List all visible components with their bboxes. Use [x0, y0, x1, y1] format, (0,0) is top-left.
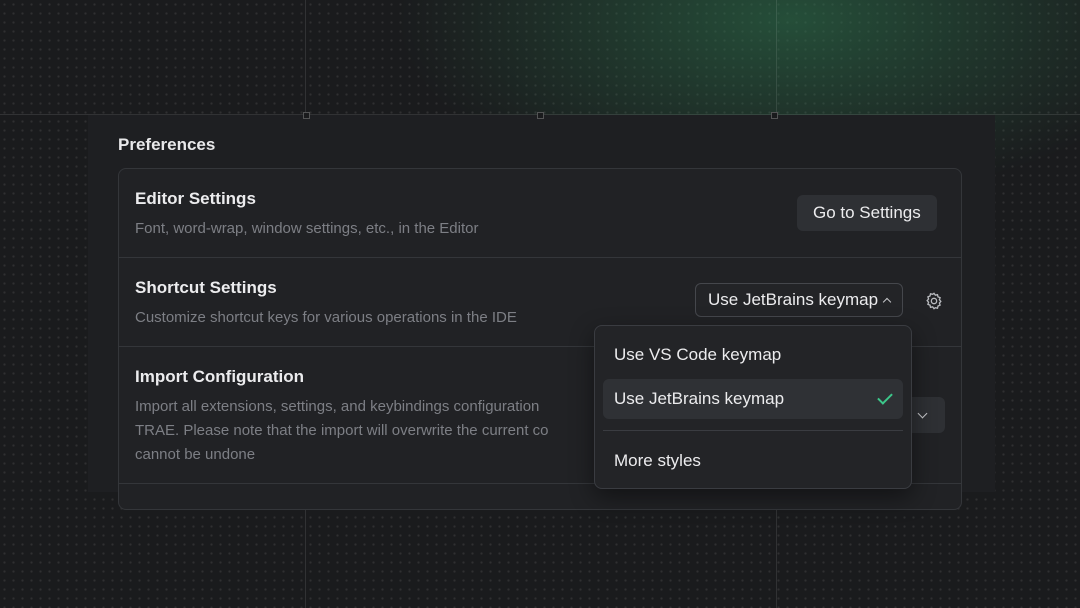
- section-title: Preferences: [118, 135, 216, 154]
- keymap-dropdown-menu: Use VS Code keymap Use JetBrains keymap …: [594, 325, 912, 489]
- guide-handle[interactable]: [771, 112, 778, 119]
- keymap-select[interactable]: Use JetBrains keymap: [695, 283, 904, 317]
- import-configuration-description-line1: Import all extensions, settings, and key…: [135, 398, 540, 415]
- shortcut-settings-title: Shortcut Settings: [135, 278, 277, 297]
- keymap-select-value: Use JetBrains keymap: [708, 290, 879, 309]
- dropdown-divider: [603, 430, 903, 431]
- chevron-up-icon: [882, 297, 892, 306]
- go-to-settings-button[interactable]: Go to Settings: [797, 195, 937, 231]
- dropdown-item-vscode-keymap[interactable]: Use VS Code keymap: [603, 335, 903, 375]
- editor-settings-row: Editor Settings Font, word-wrap, window …: [119, 169, 961, 258]
- gear-icon[interactable]: [924, 291, 944, 311]
- dropdown-item-label: Use JetBrains keymap: [614, 389, 785, 408]
- dropdown-item-more-styles[interactable]: More styles: [603, 441, 903, 481]
- editor-settings-title: Editor Settings: [135, 189, 256, 208]
- chevron-down-icon: [917, 408, 928, 419]
- editor-settings-description: Font, word-wrap, window settings, etc., …: [135, 220, 479, 237]
- import-configuration-description-line3: cannot be undone: [135, 446, 256, 463]
- check-icon: [877, 389, 893, 405]
- import-configuration-description-line2: TRAE. Please note that the import will o…: [135, 422, 549, 439]
- shortcut-settings-description: Customize shortcut keys for various oper…: [135, 309, 517, 326]
- import-configuration-title: Import Configuration: [135, 367, 305, 386]
- guide-handle[interactable]: [537, 112, 544, 119]
- dropdown-item-jetbrains-keymap[interactable]: Use JetBrains keymap: [603, 379, 903, 419]
- guide-handle[interactable]: [303, 112, 310, 119]
